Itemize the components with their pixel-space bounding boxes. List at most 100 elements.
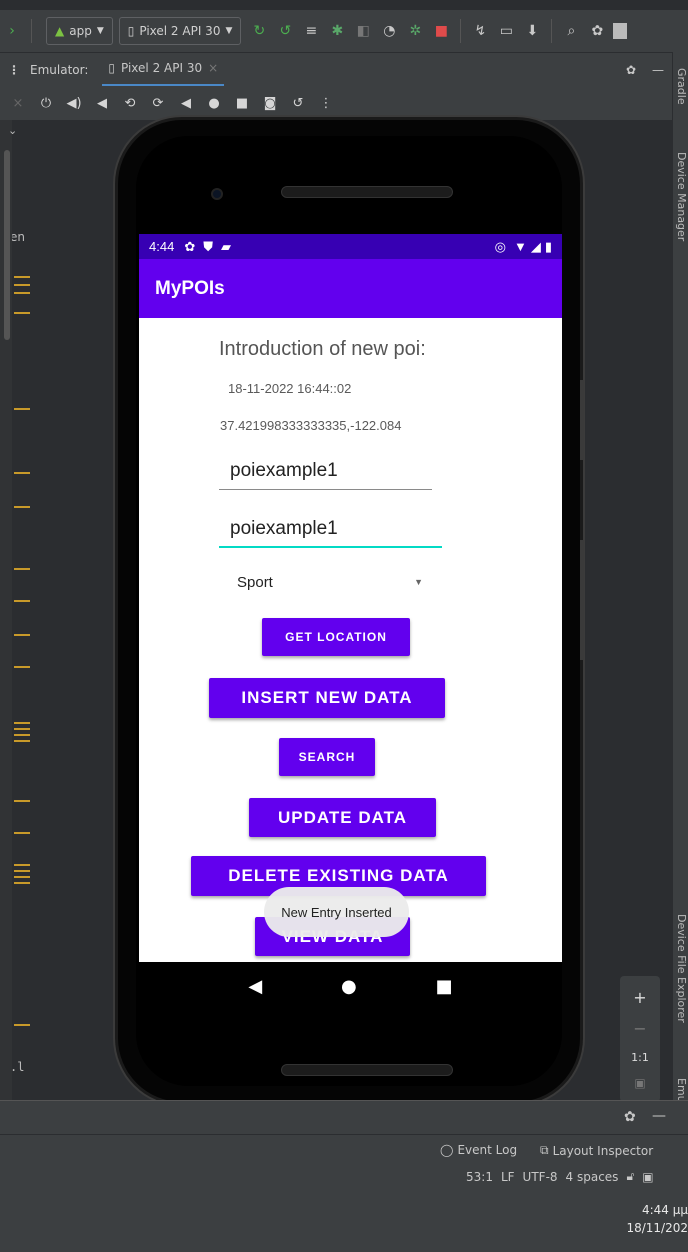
change-marker [14,312,30,314]
avatar-icon[interactable] [613,23,628,39]
app-title: MyPOIs [155,277,225,299]
gradle-sync-icon[interactable]: ↯ [470,21,490,41]
category-spinner[interactable]: Sport ▼ [237,568,423,596]
apply-changes-icon[interactable]: ↻ [249,21,269,41]
change-marker [14,666,30,668]
tab-gradle[interactable]: Gradle [675,68,688,105]
emulator-controls: × ⏻ ◀) ◀ ⟲ ⟳ ◀ ● ■ ◙ ↺ ⋮ [0,86,672,120]
back-icon[interactable]: ◀ [248,976,262,997]
change-marker [14,568,30,570]
android-icon: ▲ [55,24,65,38]
tab-device-manager[interactable]: Device Manager [675,152,688,241]
emulator-tab-bar: ⋮ Emulator: ▯ Pixel 2 API 30 × ✿ — [0,52,672,87]
kebab-menu-icon[interactable]: ⋮ [8,63,20,77]
toolbar-separator [460,19,462,43]
status-time: 4:44 [149,239,175,254]
clipped-editor-text: .l [10,1060,25,1074]
status-details: 53:1 LF UTF-8 4 spaces 🔓︎ ▣ [466,1169,654,1184]
coverage-icon[interactable]: ◧ [353,21,373,41]
poi-name-value: poiexample1 [230,460,338,481]
indent-setting[interactable]: 4 spaces [566,1170,619,1184]
chevron-left-icon[interactable]: › [2,21,22,41]
poi-name-input[interactable]: poiexample1 [219,456,432,490]
file-encoding[interactable]: UTF-8 [523,1170,558,1184]
event-log-button[interactable]: ◯ Event Log [440,1143,517,1157]
device-power-button[interactable] [580,380,584,460]
snapshot-icon[interactable]: ↺ [288,93,308,113]
more-icon[interactable]: ⋮ [316,93,336,113]
zoom-out-button[interactable]: − [633,1019,646,1038]
memory-icon[interactable]: ▣ [642,1170,653,1184]
change-marker [14,284,30,286]
layout-inspector-button[interactable]: ⧉ Layout Inspector [540,1143,653,1158]
tab-pixel-2-api-30[interactable]: ▯ Pixel 2 API 30 × [102,53,225,87]
toast-message: New Entry Inserted [264,887,409,937]
close-icon[interactable]: × [208,61,218,75]
scrollbar-thumb[interactable] [4,150,10,340]
right-tool-strip: Gradle Device Manager Device File Explor… [672,52,688,1152]
back-icon[interactable]: ◀ [176,93,196,113]
change-marker [14,276,30,278]
chevron-down-icon[interactable]: ⌄ [8,124,17,137]
debug-icon[interactable]: ✱ [327,21,347,41]
minimize-icon[interactable]: — [652,63,664,77]
form-heading: Introduction of new poi: [219,338,426,360]
cursor-position[interactable]: 53:1 [466,1170,493,1184]
search-button[interactable]: SEARCH [279,738,375,776]
close-icon[interactable]: × [8,93,28,113]
run-config-selector[interactable]: ▲ app ▼ [46,17,113,45]
settings-notification-icon: ✿ [184,238,196,254]
rotate-right-icon[interactable]: ⟳ [148,93,168,113]
tab-label: Pixel 2 API 30 [121,61,203,75]
bottom-tool-bar: ✿ — [0,1100,688,1134]
change-marker [14,882,30,884]
change-marker [14,722,30,724]
gear-icon[interactable]: ✿ [624,1109,636,1125]
zoom-in-button[interactable]: + [633,988,646,1007]
zoom-actual-size-button[interactable]: 1:1 [631,1051,649,1064]
tab-device-file-explorer[interactable]: Device File Explorer [675,914,688,1023]
device-manager-icon[interactable]: ▭ [496,21,516,41]
minimize-icon[interactable]: — [652,1108,666,1124]
gear-icon[interactable]: ✿ [626,63,636,77]
rotate-left-icon[interactable]: ⟲ [120,93,140,113]
screenshot-icon[interactable]: ◙ [260,93,280,113]
home-icon[interactable]: ● [341,976,357,997]
speaker-grille [281,1064,453,1076]
left-scroll-strip[interactable] [0,120,12,1130]
device-volume-button[interactable] [580,540,584,660]
poi-description-input[interactable]: poiexample1 [219,514,442,548]
app-bar: MyPOIs [139,259,562,318]
device-selector[interactable]: ▯ Pixel 2 API 30 ▼ [118,17,242,45]
volume-down-icon[interactable]: ◀ [92,93,112,113]
profile-icon[interactable]: ◔ [379,21,399,41]
volume-up-icon[interactable]: ◀) [64,93,84,113]
change-marker [14,408,30,410]
line-separator[interactable]: LF [501,1170,515,1184]
run-config-label: app [69,24,92,38]
home-icon[interactable]: ● [204,93,224,113]
attach-debugger-icon[interactable]: ✲ [405,21,425,41]
overview-icon[interactable]: ■ [436,976,453,997]
stop-icon[interactable]: ■ [431,21,451,41]
gear-icon[interactable]: ✿ [587,21,607,41]
power-icon[interactable]: ⏻ [36,93,56,113]
update-data-button[interactable]: UPDATE DATA [249,798,436,837]
main-toolbar: › ▲ app ▼ ▯ Pixel 2 API 30 ▼ ↻ ↺ ≡ ✱ ◧ ◔… [0,10,688,52]
change-marker [14,292,30,294]
insert-new-data-button[interactable]: INSERT NEW DATA [209,678,445,718]
apply-code-changes-icon[interactable]: ↺ [275,21,295,41]
logcat-icon[interactable]: ≡ [301,21,321,41]
zoom-fit-icon[interactable]: ▣ [634,1076,645,1090]
android-nav-bar: ◀ ● ■ [139,962,562,1010]
device-icon: ▯ [108,61,115,75]
lock-icon[interactable]: 🔓︎ [626,1169,634,1184]
search-icon[interactable]: ⌕ [561,21,581,41]
signal-icon: ◢ [530,238,541,254]
change-marker [14,734,30,736]
sdk-manager-icon[interactable]: ⬇ [522,21,542,41]
location-icon: ◎ [494,238,506,254]
overview-icon[interactable]: ■ [232,93,252,113]
get-location-button[interactable]: GET LOCATION [262,618,410,656]
change-marker [14,740,30,742]
